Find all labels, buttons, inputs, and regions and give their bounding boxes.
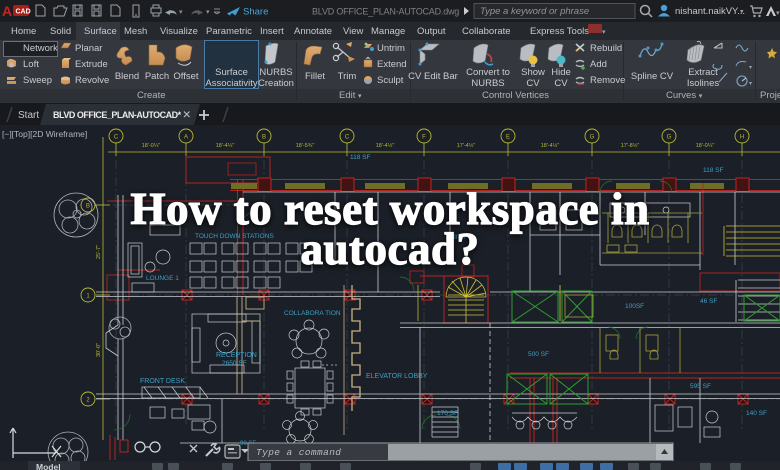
svg-text:118 SF: 118 SF (703, 167, 724, 174)
svg-text:B: B (262, 135, 266, 141)
svg-text:100SF: 100SF (625, 303, 644, 310)
svg-text:E: E (506, 135, 510, 141)
svg-text:17'-4½": 17'-4½" (457, 142, 476, 149)
svg-text:RECEPTION: RECEPTION (216, 352, 257, 359)
svg-text:A: A (184, 135, 188, 141)
svg-text:18'-0¼": 18'-0¼" (142, 143, 161, 149)
svg-text:17'-8½": 17'-8½" (621, 142, 640, 149)
svg-text:Share: Share (243, 7, 268, 18)
svg-text:COLLABORA TION: COLLABORA TION (284, 310, 341, 317)
svg-text:170 SF: 170 SF (437, 410, 458, 417)
svg-text:FRONT DESK: FRONT DESK (140, 378, 185, 385)
svg-text:C: C (345, 135, 350, 141)
svg-text:Type a command: Type a command (256, 447, 341, 458)
svg-text:LOUNGE 1: LOUNGE 1 (146, 275, 179, 282)
svg-text:A: A (2, 3, 12, 19)
svg-text:G: G (667, 135, 672, 141)
svg-text:18'-4½": 18'-4½" (541, 142, 560, 149)
svg-text:595 SF: 595 SF (690, 383, 711, 390)
svg-text:118 SF: 118 SF (350, 154, 371, 161)
svg-text:46 SF: 46 SF (700, 298, 717, 305)
svg-text:18'-4¼": 18'-4¼" (216, 143, 235, 149)
svg-text:▾: ▾ (179, 9, 183, 16)
svg-text:CAD: CAD (16, 9, 31, 16)
svg-text:140 SF: 140 SF (746, 410, 767, 417)
svg-text:18'-0¼": 18'-0¼" (696, 143, 715, 149)
svg-text:F: F (422, 135, 426, 141)
svg-text:ELEVATOR LOBBY: ELEVATOR LOBBY (366, 373, 428, 380)
svg-text:30'-0": 30'-0" (96, 343, 102, 357)
svg-text:BLVD OFFICE_PLAN-AUTOCAD.dwg: BLVD OFFICE_PLAN-AUTOCAD.dwg (312, 7, 459, 17)
svg-text:nishant.naikVY...: nishant.naikVY... (675, 6, 745, 17)
svg-text:2650 SF: 2650 SF (222, 360, 247, 367)
svg-text:▾: ▾ (740, 9, 744, 16)
svg-text:Type a keyword or phrase: Type a keyword or phrase (480, 6, 589, 17)
svg-text:▾: ▾ (206, 9, 210, 16)
svg-text:G: G (590, 135, 595, 141)
svg-text:Model: Model (36, 462, 61, 470)
svg-text:▾: ▾ (776, 10, 780, 17)
svg-text:500 SF: 500 SF (528, 351, 549, 358)
svg-text:Start: Start (18, 110, 39, 121)
svg-text:18'-4½": 18'-4½" (376, 142, 395, 149)
svg-text:BLVD OFFICE_PLAN-AUTOCAD*: BLVD OFFICE_PLAN-AUTOCAD* (53, 110, 182, 120)
svg-text:▾: ▾ (749, 65, 752, 71)
svg-text:H: H (740, 135, 744, 141)
svg-text:18'-5¾": 18'-5¾" (296, 143, 315, 149)
svg-text:C: C (114, 135, 119, 141)
svg-text:▾: ▾ (749, 81, 752, 87)
